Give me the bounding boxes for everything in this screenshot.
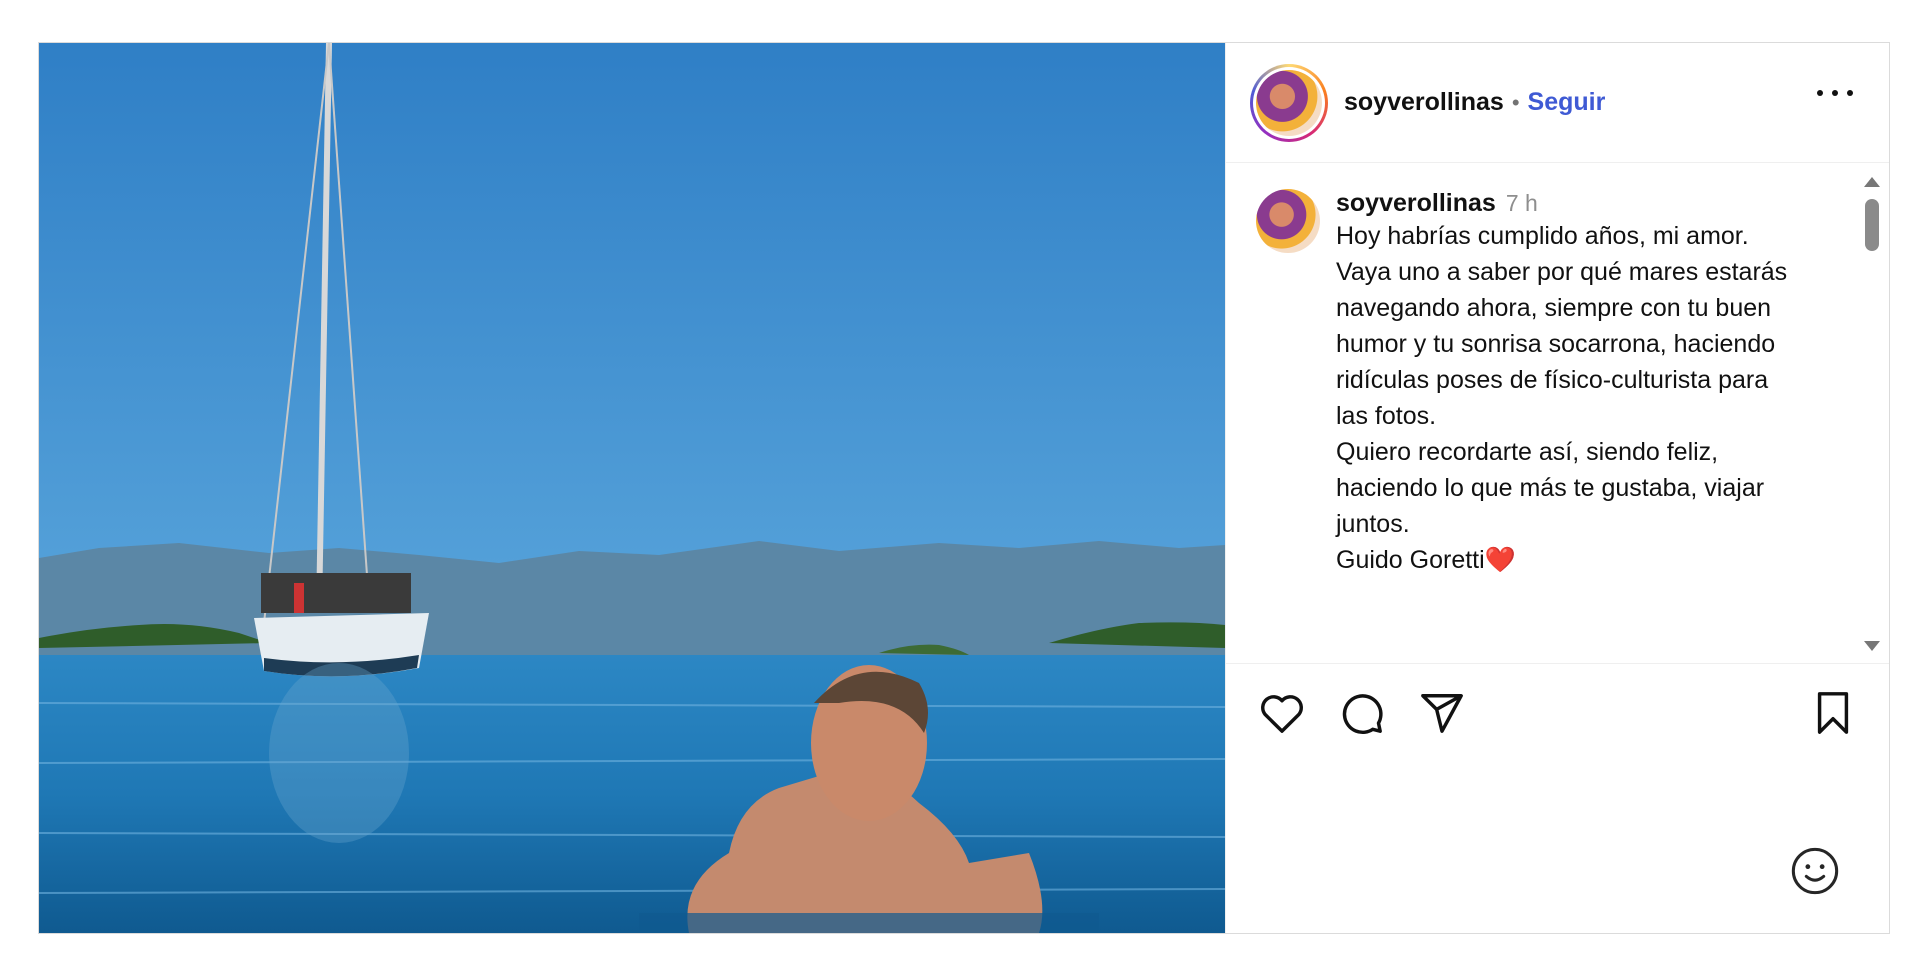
post-sidebar: soyverollinas • Seguir soyverollinas 7 h … (1225, 43, 1889, 933)
caption-timestamp[interactable]: 7 h (1506, 190, 1538, 216)
heart-icon[interactable] (1256, 687, 1308, 739)
instagram-post: soyverollinas • Seguir soyverollinas 7 h … (38, 42, 1890, 934)
smiley-icon[interactable] (1789, 845, 1841, 897)
scroll-thumb[interactable] (1865, 199, 1879, 251)
heart-emoji-icon: ❤️ (1484, 546, 1516, 574)
caption-body: soyverollinas 7 h Hoy habrías cumplido añ… (1336, 189, 1856, 578)
bookmark-icon[interactable] (1807, 687, 1859, 739)
caption-line: Hoy habrías cumplido años, mi amor. (1336, 222, 1749, 250)
send-icon[interactable] (1416, 687, 1468, 739)
caption: soyverollinas 7 h Hoy habrías cumplido añ… (1226, 165, 1889, 578)
caption-username[interactable]: soyverollinas (1336, 189, 1496, 217)
comment-icon[interactable] (1336, 687, 1388, 739)
caption-avatar[interactable] (1256, 189, 1320, 253)
caption-line: juntos. (1336, 510, 1410, 538)
follow-button[interactable]: Seguir (1528, 88, 1606, 117)
caption-line: Vaya uno a saber por qué mares estarás (1336, 258, 1788, 286)
post-header: soyverollinas • Seguir (1226, 43, 1889, 163)
caption-line: Guido Goretti❤️ (1336, 546, 1516, 574)
caption-line: humor y tu sonrisa socarrona, haciendo (1336, 330, 1776, 358)
more-options-icon[interactable] (1817, 88, 1853, 98)
caption-line: Quiero recordarte así, siendo feliz, (1336, 438, 1719, 466)
author-avatar[interactable] (1250, 63, 1328, 142)
avatar-image (1256, 69, 1322, 136)
action-bar (1256, 683, 1859, 743)
post-photo[interactable] (39, 43, 1225, 933)
caption-line: las fotos. (1336, 402, 1437, 430)
avatar-frame (1253, 66, 1325, 139)
caption-text: Hoy habrías cumplido años, mi amor. Vaya … (1336, 218, 1856, 578)
scroll-up-arrow-icon[interactable] (1864, 177, 1880, 187)
photo-sailboat-swimmer (39, 43, 1225, 933)
caption-line: haciendo lo que más te gustaba, viajar (1336, 474, 1765, 502)
caption-line: ridículas poses de físico-culturista par… (1336, 366, 1769, 394)
separator-dot: • (1511, 89, 1520, 115)
caption-line: navegando ahora, siempre con tu buen (1336, 294, 1772, 322)
comments-section: soyverollinas 7 h Hoy habrías cumplido añ… (1226, 165, 1889, 664)
scroll-down-arrow-icon[interactable] (1864, 641, 1880, 651)
scrollbar[interactable] (1861, 165, 1881, 663)
author-username[interactable]: soyverollinas (1344, 88, 1504, 117)
